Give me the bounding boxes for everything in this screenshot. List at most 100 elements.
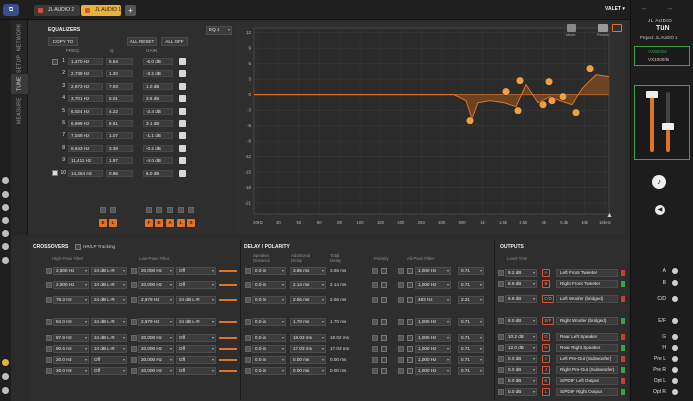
additional-delay-field[interactable]: 17.03 ms (290, 345, 326, 353)
eq-band-node[interactable] (513, 106, 523, 115)
allpass-q-field[interactable]: 0.71 (458, 267, 484, 275)
eq-link-button[interactable] (179, 132, 186, 140)
channel-mute-toggle[interactable] (672, 367, 678, 373)
filter-type-option[interactable] (178, 207, 184, 213)
record-icon[interactable] (612, 24, 622, 32)
eq-link-button[interactable] (179, 144, 186, 152)
hp-slope-select[interactable]: Off (91, 367, 127, 375)
polarity-checkbox[interactable] (381, 297, 387, 303)
tab-network[interactable]: NETWORK (11, 22, 28, 52)
allpass-checkbox[interactable] (407, 368, 413, 374)
lp-enable-button[interactable] (131, 357, 137, 363)
eq-band-node[interactable] (501, 87, 511, 96)
level-trim-field[interactable]: 9.2 dB (505, 269, 537, 277)
hp-enable-button[interactable] (46, 357, 52, 363)
filter-type-option[interactable] (146, 207, 152, 213)
group-icon[interactable] (2, 217, 9, 224)
lp-enable-button[interactable] (131, 282, 137, 288)
lp-enable-button[interactable] (131, 297, 137, 303)
additional-delay-field[interactable]: 3.65 ms (290, 267, 326, 275)
hp-slope-select[interactable]: Off (91, 356, 127, 364)
alert-icon[interactable] (2, 359, 9, 366)
eq-q-field[interactable]: 7.93 (106, 82, 133, 90)
response-plot[interactable]: 12 9 6 3 0 -3 -6 -9 -12 -15 -18 -21 20Hz 40 50 60 80 100 1… (234, 22, 625, 235)
output-mute-button[interactable] (498, 270, 504, 276)
filter-type-option[interactable] (156, 207, 162, 213)
delay-enable-button[interactable] (245, 335, 251, 341)
lp-enable-button[interactable] (131, 368, 137, 374)
output-name-field[interactable]: Right Pre-Out (Subwoofer) (556, 366, 618, 374)
polarity-checkbox[interactable] (381, 268, 387, 274)
back-icon[interactable]: ← (641, 5, 648, 12)
delay-enable-button[interactable] (245, 268, 251, 274)
allpass-frequency-field[interactable]: 1,000 Hz (415, 334, 451, 342)
lp-enable-button[interactable] (131, 346, 137, 352)
speaker-distance-field[interactable]: 0.0 in (252, 356, 286, 364)
channel-mute-toggle[interactable] (672, 389, 678, 395)
hp-frequency-select[interactable]: 20.0 Hz (53, 367, 89, 375)
eq-freq-field[interactable]: 7,049 Hz (68, 132, 103, 140)
tab-setup[interactable]: SETUP (11, 52, 28, 76)
allpass-frequency-field[interactable]: 1,000 Hz (415, 281, 451, 289)
eq-link-button[interactable] (179, 120, 186, 127)
delay-enable-button[interactable] (245, 357, 251, 363)
output-name-field[interactable]: Right Woofer (bridged) (556, 317, 618, 325)
filter-type-chip[interactable]: E (99, 219, 107, 227)
hp-enable-button[interactable] (46, 319, 52, 325)
additional-delay-field[interactable]: 18.02 ms (290, 334, 326, 342)
filter-type-option[interactable] (110, 207, 116, 213)
eq-link-button[interactable] (179, 82, 186, 90)
filter-type-chip[interactable]: A (166, 219, 174, 227)
sub-volume-thumb[interactable] (662, 123, 674, 130)
allpass-enable-button[interactable] (398, 297, 404, 303)
allpass-enable-button[interactable] (398, 357, 404, 363)
output-mute-button[interactable] (498, 345, 504, 351)
speaker-icon[interactable]: ◀ (655, 205, 665, 215)
speaker-distance-field[interactable]: 0.0 in (252, 345, 286, 353)
eq-freq-field[interactable]: 14,264 Hz (68, 169, 103, 177)
power-icon[interactable] (2, 387, 9, 394)
allpass-frequency-field[interactable]: 1,000 Hz (415, 267, 451, 275)
allpass-enable-button[interactable] (398, 335, 404, 341)
hp-slope-select[interactable]: 24 dB L-R (91, 334, 127, 342)
level-trim-field[interactable]: 0.0 dB (505, 366, 537, 374)
lp-frequency-select[interactable]: 20,000 Hz (138, 345, 174, 353)
output-mute-button[interactable] (498, 356, 504, 362)
output-name-field[interactable]: Left Woofer (bridged) (556, 295, 618, 303)
output-mute-button[interactable] (498, 378, 504, 384)
lp-slope-select[interactable]: Off (176, 281, 216, 289)
eq-q-field[interactable]: 4.22 (106, 107, 133, 115)
polarity-toggle[interactable] (372, 368, 378, 374)
eq-band-node[interactable] (538, 100, 548, 109)
eq-gain-field[interactable]: -4.0 dB (143, 157, 173, 165)
eq-link-button[interactable] (179, 157, 186, 165)
eq-gain-field[interactable]: 3.6 dB (143, 95, 173, 103)
lp-frequency-select[interactable]: 20,000 Hz (138, 281, 174, 289)
all-reset-button[interactable]: ALL RESET (127, 37, 157, 46)
polarity-toggle[interactable] (372, 268, 378, 274)
level-trim-field[interactable]: 0.0 dB (505, 388, 537, 396)
additional-delay-field[interactable]: 0.00 ms (290, 367, 326, 375)
hp-enable-button[interactable] (46, 335, 52, 341)
speaker-distance-field[interactable]: 0.0 in (252, 267, 286, 275)
polarity-toggle[interactable] (372, 346, 378, 352)
polarity-toggle[interactable] (372, 335, 378, 341)
hp-enable-button[interactable] (46, 282, 52, 288)
forward-icon[interactable]: → (666, 5, 673, 12)
allpass-frequency-field[interactable]: 1,000 Hz (415, 367, 451, 375)
output-mute-button[interactable] (498, 389, 504, 395)
eq-selector[interactable]: EQ 1 (206, 26, 232, 35)
allpass-q-field[interactable]: 0.71 (458, 281, 484, 289)
app-logo-icon[interactable]: ⧉ (3, 4, 19, 16)
eq-q-field[interactable]: 0.96 (106, 169, 133, 177)
all-off-button[interactable]: ALL OFF (161, 37, 188, 46)
eq-q-field[interactable]: 3.39 (106, 144, 133, 152)
eq-gain-field[interactable]: -2.4 dB (143, 107, 173, 115)
allpass-q-field[interactable]: 0.71 (458, 367, 484, 375)
eq-gain-field[interactable]: -6.0 dB (143, 58, 173, 65)
allpass-checkbox[interactable] (407, 346, 413, 352)
polarity-toggle[interactable] (372, 319, 378, 325)
delay-enable-button[interactable] (245, 319, 251, 325)
allpass-checkbox[interactable] (407, 319, 413, 325)
polarity-toggle[interactable] (372, 297, 378, 303)
